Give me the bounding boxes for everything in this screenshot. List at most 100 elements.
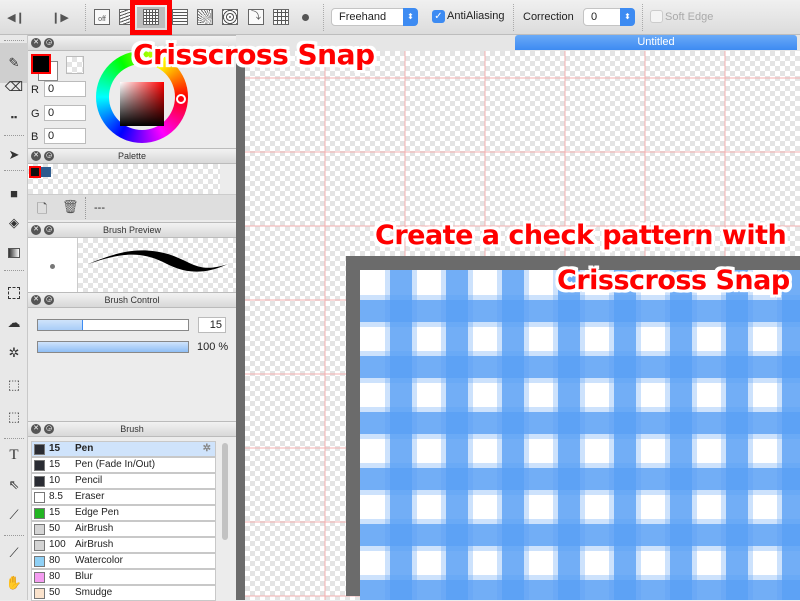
text-tool[interactable]: T: [4, 445, 24, 465]
radial-lines-icon: [197, 9, 213, 25]
transparent-color-swatch[interactable]: [66, 56, 84, 74]
pattern-horizontal-band: [360, 300, 800, 322]
perspective-snap-button[interactable]: [271, 8, 291, 26]
pattern-horizontal-band: [360, 468, 800, 490]
close-icon[interactable]: ✕: [31, 424, 41, 434]
step-forward-icon[interactable]: ❙▶: [50, 8, 70, 26]
brush-size-slider[interactable]: [37, 319, 189, 331]
brush-dot-button[interactable]: [295, 8, 315, 26]
pattern-horizontal-band: [360, 412, 800, 434]
brush-row[interactable]: 50 AirBrush: [31, 521, 216, 537]
detach-icon[interactable]: ◶: [44, 38, 54, 48]
square-icon: ■: [10, 185, 18, 201]
close-icon[interactable]: ✕: [31, 151, 41, 161]
b-input[interactable]: 0: [44, 128, 86, 144]
palette-swatch[interactable]: [29, 166, 41, 178]
brush-row[interactable]: 15 Edge Pen: [31, 505, 216, 521]
operation-tool[interactable]: ⇖: [4, 475, 24, 495]
lasso-tool[interactable]: ☁: [4, 313, 24, 333]
brush-color-swatch: [34, 460, 45, 471]
brush-name: Smudge: [75, 587, 113, 598]
eraser-tool[interactable]: ⌫: [4, 77, 24, 97]
fill-rect-tool[interactable]: ■: [4, 183, 24, 203]
concentric-snap-button[interactable]: [220, 8, 240, 26]
antialiasing-checkbox[interactable]: ✓: [432, 10, 445, 23]
g-input[interactable]: 0: [44, 105, 86, 121]
correction-select[interactable]: 0 ⬍: [583, 8, 635, 26]
brush-row[interactable]: 50 Smudge: [31, 585, 216, 601]
radial-snap-button[interactable]: [195, 8, 215, 26]
brush-row[interactable]: 15 Pen ✲: [31, 441, 216, 457]
brush-size-input[interactable]: 15: [198, 317, 226, 333]
detach-icon[interactable]: ◶: [44, 151, 54, 161]
move-tool[interactable]: ➤: [4, 145, 24, 165]
brush-row[interactable]: 15 Pen (Fade In/Out): [31, 457, 216, 473]
soft-edge-checkbox[interactable]: [650, 10, 663, 23]
gradient-icon: [8, 248, 20, 258]
brush-row[interactable]: 100 AirBrush: [31, 537, 216, 553]
vanishing-lines-icon: [172, 9, 188, 25]
brush-row[interactable]: 80 Blur: [31, 569, 216, 585]
close-icon[interactable]: ✕: [31, 38, 41, 48]
bucket-tool[interactable]: ◈: [4, 213, 24, 233]
correction-label: Correction: [523, 11, 574, 23]
select-pen-tool[interactable]: ⬚: [4, 375, 24, 395]
stroke-mode-select[interactable]: Freehand ⬍: [331, 8, 418, 26]
brush-color-swatch: [34, 508, 45, 519]
crisscross-snap-button[interactable]: [141, 8, 161, 26]
brush-name: Eraser: [75, 491, 105, 502]
rect-select-tool[interactable]: [4, 283, 24, 303]
foreground-color-swatch[interactable]: [31, 54, 51, 74]
saturation-value-square[interactable]: [120, 82, 164, 126]
close-icon[interactable]: ✕: [31, 295, 41, 305]
palette-swatch[interactable]: [41, 167, 51, 177]
move-arrow-icon: ➤: [8, 147, 20, 162]
pattern-horizontal-band: [360, 580, 800, 600]
hue-handle[interactable]: [176, 94, 186, 104]
dot-pen-tool[interactable]: ▪▪: [4, 107, 24, 127]
new-page-icon[interactable]: 🗋: [37, 200, 47, 222]
divide-tool[interactable]: ⟋: [4, 505, 24, 525]
select-arrows-icon: ⬍: [620, 8, 635, 26]
brush-list-scrollbar[interactable]: [222, 443, 228, 540]
opacity-slider[interactable]: [37, 341, 189, 353]
brush-size: 15: [49, 443, 61, 454]
select-eraser-tool[interactable]: ⬚: [4, 407, 24, 427]
curve-snap-button[interactable]: ⤵: [246, 8, 266, 26]
step-back-icon[interactable]: ◀❙: [6, 8, 26, 26]
brush-name: Pen: [75, 443, 94, 454]
brush-row[interactable]: 8.5 Eraser: [31, 489, 216, 505]
brush-row[interactable]: 10 Pencil: [31, 473, 216, 489]
trash-icon[interactable]: 🗑: [62, 199, 79, 215]
marquee-icon: [8, 287, 20, 299]
brush-stroke-preview: [78, 238, 236, 292]
canvas-area[interactable]: [245, 51, 800, 600]
toolbar-divider: [323, 4, 324, 31]
eyedropper-tool[interactable]: ⟋: [4, 543, 24, 563]
eraser-icon: ⌫: [4, 79, 24, 94]
top-callout: Crisscross Snap: [133, 38, 375, 71]
panel-splitter[interactable]: [236, 51, 245, 600]
tool-palette: ✎ ⌫ ▪▪ ➤ ■ ◈ ☁ ✲ ⬚ ⬚ T ⇖ ⟋ ⟋ ✋: [0, 35, 28, 600]
select-arrows-icon: ⬍: [403, 8, 418, 26]
snap-off-button[interactable]: off: [92, 8, 112, 26]
detach-icon[interactable]: ◶: [44, 225, 54, 235]
detach-icon[interactable]: ◶: [44, 424, 54, 434]
hand-tool[interactable]: ✋: [4, 573, 24, 593]
r-input[interactable]: 0: [44, 81, 86, 97]
close-icon[interactable]: ✕: [31, 225, 41, 235]
brush-row[interactable]: 80 Watercolor: [31, 553, 216, 569]
vanishing-point-snap-button[interactable]: [170, 8, 190, 26]
toolbar-divider: [85, 4, 86, 31]
gradient-tool[interactable]: [4, 243, 24, 263]
detach-icon[interactable]: ◶: [44, 295, 54, 305]
pattern-horizontal-band: [360, 524, 800, 546]
magic-wand-tool[interactable]: ✲: [4, 343, 24, 363]
canvas-callout-line1: Create a check pattern with: [375, 220, 787, 251]
eyedropper-icon: ⟋: [9, 545, 19, 560]
canvas-callout-line2: Crisscross Snap: [557, 265, 790, 296]
opacity-fill: [38, 342, 188, 352]
gear-icon[interactable]: ✲: [203, 442, 211, 456]
document-tab[interactable]: Untitled: [515, 35, 797, 50]
brush-color-swatch: [34, 556, 45, 567]
